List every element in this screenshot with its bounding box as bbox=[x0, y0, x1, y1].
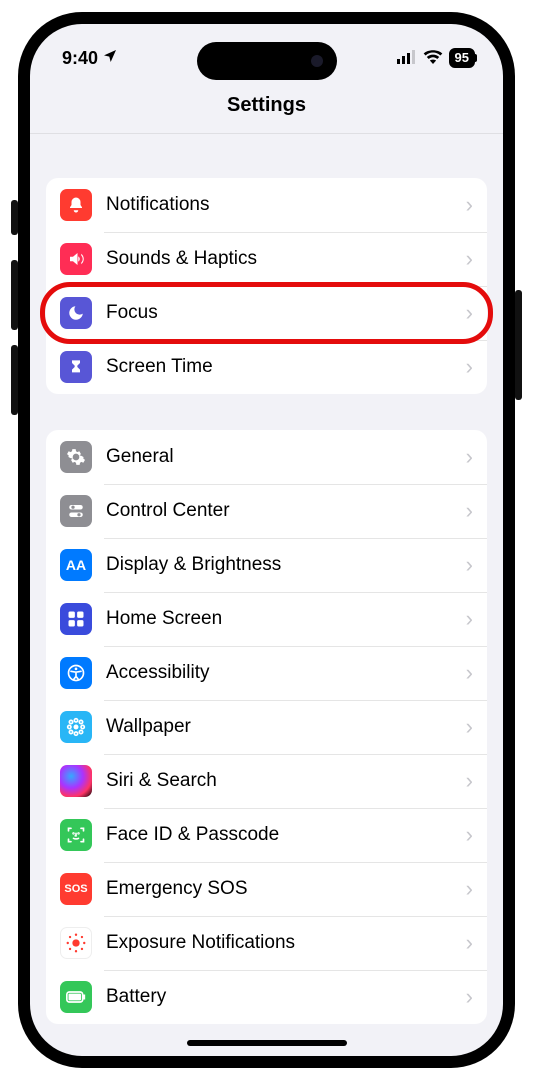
chevron-right-icon: › bbox=[466, 822, 473, 848]
wallpaper-icon bbox=[60, 711, 92, 743]
row-battery[interactable]: Battery › bbox=[46, 970, 487, 1024]
chevron-right-icon: › bbox=[466, 354, 473, 380]
row-label: Emergency SOS bbox=[106, 878, 466, 900]
row-label: Display & Brightness bbox=[106, 554, 466, 576]
row-label: Control Center bbox=[106, 500, 466, 522]
settings-group-2: General › Control Center › AA Display & … bbox=[46, 430, 487, 1024]
row-label: Home Screen bbox=[106, 608, 466, 630]
chevron-right-icon: › bbox=[466, 714, 473, 740]
chevron-right-icon: › bbox=[466, 192, 473, 218]
notifications-icon bbox=[60, 189, 92, 221]
chevron-right-icon: › bbox=[466, 768, 473, 794]
general-icon bbox=[60, 441, 92, 473]
focus-icon bbox=[60, 297, 92, 329]
row-notifications[interactable]: Notifications › bbox=[46, 178, 487, 232]
row-label: Notifications bbox=[106, 194, 466, 216]
chevron-right-icon: › bbox=[466, 984, 473, 1010]
chevron-right-icon: › bbox=[466, 552, 473, 578]
home-indicator[interactable] bbox=[187, 1040, 347, 1046]
chevron-right-icon: › bbox=[466, 246, 473, 272]
sounds-haptics-icon bbox=[60, 243, 92, 275]
dynamic-island bbox=[197, 42, 337, 80]
phone-volume-up bbox=[11, 260, 18, 330]
face-id-passcode-icon bbox=[60, 819, 92, 851]
cellular-signal-icon bbox=[397, 48, 417, 69]
row-emergency-sos[interactable]: SOS Emergency SOS › bbox=[46, 862, 487, 916]
row-label: Battery bbox=[106, 986, 466, 1008]
row-label: Siri & Search bbox=[106, 770, 466, 792]
row-label: Face ID & Passcode bbox=[106, 824, 466, 846]
chevron-right-icon: › bbox=[466, 606, 473, 632]
location-arrow-icon bbox=[102, 48, 118, 69]
row-focus[interactable]: Focus › bbox=[46, 286, 487, 340]
row-label: General bbox=[106, 446, 466, 468]
phone-side-switch bbox=[11, 200, 18, 235]
row-home-screen[interactable]: Home Screen › bbox=[46, 592, 487, 646]
emergency-sos-icon: SOS bbox=[60, 873, 92, 905]
display-brightness-icon: AA bbox=[60, 549, 92, 581]
row-face-id-passcode[interactable]: Face ID & Passcode › bbox=[46, 808, 487, 862]
row-label: Sounds & Haptics bbox=[106, 248, 466, 270]
row-exposure-notifications[interactable]: Exposure Notifications › bbox=[46, 916, 487, 970]
control-center-icon bbox=[60, 495, 92, 527]
row-label: Focus bbox=[106, 302, 466, 324]
screen-time-icon bbox=[60, 351, 92, 383]
home-screen-icon bbox=[60, 603, 92, 635]
row-display-brightness[interactable]: AA Display & Brightness › bbox=[46, 538, 487, 592]
chevron-right-icon: › bbox=[466, 498, 473, 524]
row-label: Screen Time bbox=[106, 356, 466, 378]
row-label: Accessibility bbox=[106, 662, 466, 684]
row-siri-search[interactable]: Siri & Search › bbox=[46, 754, 487, 808]
siri-search-icon bbox=[60, 765, 92, 797]
phone-screen: 9:40 95 Settings bbox=[30, 24, 503, 1056]
row-sounds-haptics[interactable]: Sounds & Haptics › bbox=[46, 232, 487, 286]
phone-power-button bbox=[515, 290, 522, 400]
phone-frame: 9:40 95 Settings bbox=[18, 12, 515, 1068]
chevron-right-icon: › bbox=[466, 930, 473, 956]
phone-volume-down bbox=[11, 345, 18, 415]
status-time: 9:40 bbox=[62, 48, 98, 69]
row-screen-time[interactable]: Screen Time › bbox=[46, 340, 487, 394]
accessibility-icon bbox=[60, 657, 92, 689]
settings-list[interactable]: Notifications › Sounds & Haptics › Focus… bbox=[30, 134, 503, 1024]
row-label: Wallpaper bbox=[106, 716, 466, 738]
battery-indicator: 95 bbox=[449, 48, 475, 68]
row-control-center[interactable]: Control Center › bbox=[46, 484, 487, 538]
chevron-right-icon: › bbox=[466, 876, 473, 902]
row-label: Exposure Notifications bbox=[106, 932, 466, 954]
row-accessibility[interactable]: Accessibility › bbox=[46, 646, 487, 700]
page-title: Settings bbox=[30, 80, 503, 134]
chevron-right-icon: › bbox=[466, 660, 473, 686]
exposure-notifications-icon bbox=[60, 927, 92, 959]
wifi-icon bbox=[423, 48, 443, 69]
chevron-right-icon: › bbox=[466, 444, 473, 470]
row-wallpaper[interactable]: Wallpaper › bbox=[46, 700, 487, 754]
chevron-right-icon: › bbox=[466, 300, 473, 326]
settings-group-1: Notifications › Sounds & Haptics › Focus… bbox=[46, 178, 487, 394]
row-general[interactable]: General › bbox=[46, 430, 487, 484]
battery-icon bbox=[60, 981, 92, 1013]
